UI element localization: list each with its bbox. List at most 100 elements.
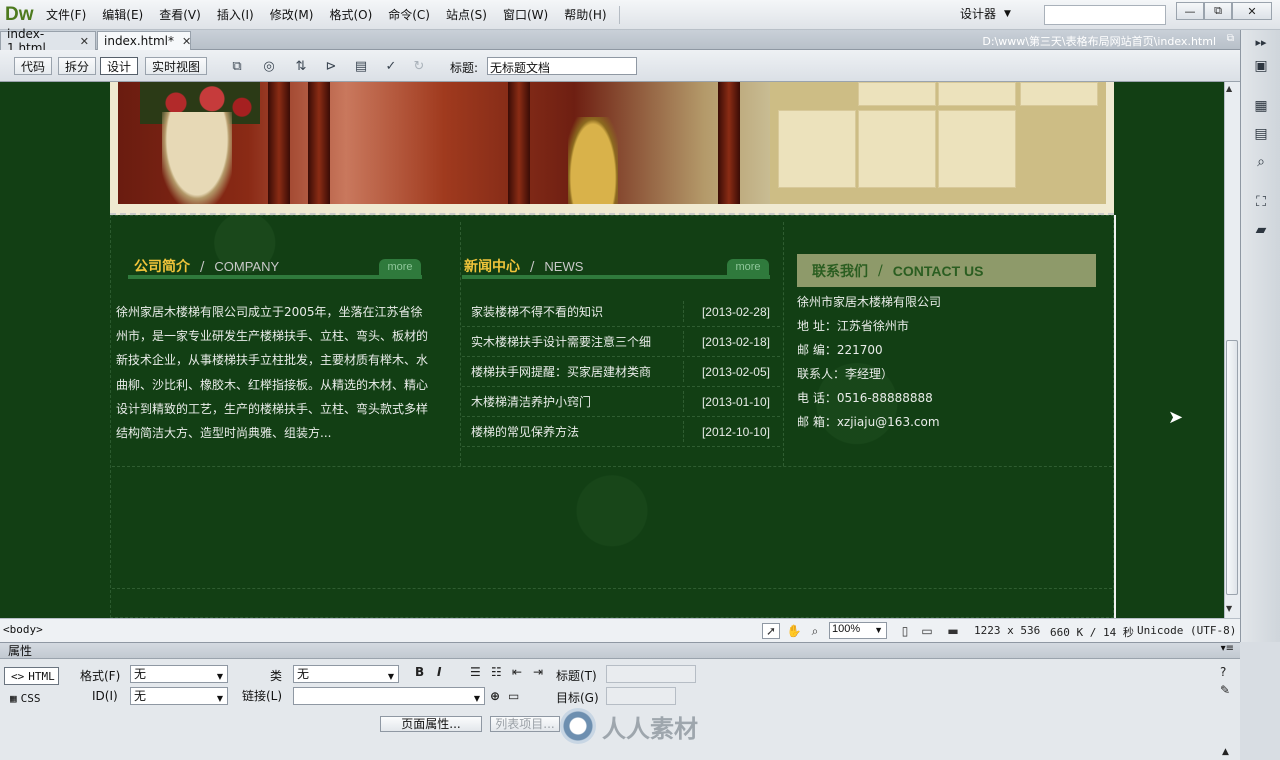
news-title[interactable]: 楼梯的常见保养方法 bbox=[462, 423, 579, 440]
tag-inspector-icon[interactable]: ⌕ bbox=[1250, 152, 1272, 172]
menu-commands[interactable]: 命令(C) bbox=[380, 6, 438, 23]
browser-preview-icon[interactable]: ◎ bbox=[258, 58, 280, 74]
scroll-up-icon[interactable]: ▲ bbox=[1226, 84, 1232, 93]
about-more-link[interactable]: more bbox=[379, 259, 421, 275]
format-select[interactable]: 无 ▼ bbox=[130, 665, 228, 683]
restore-button[interactable]: ⧉ bbox=[1204, 2, 1232, 20]
news-title[interactable]: 楼梯扶手网提醒：买家居建材类商 bbox=[462, 363, 651, 380]
ordered-list-icon[interactable]: ☷ bbox=[491, 665, 502, 679]
news-title[interactable]: 家装楼梯不得不看的知识 bbox=[462, 303, 603, 320]
contact-phone: 电 话：0516-88888888 bbox=[797, 391, 933, 405]
desktop-size-icon[interactable]: ▬ bbox=[944, 623, 962, 639]
outdent-icon[interactable]: ⇤ bbox=[512, 665, 522, 679]
code-icon: <> bbox=[11, 669, 25, 683]
close-icon[interactable]: ✕ bbox=[182, 35, 191, 48]
tag-selector[interactable]: <body> bbox=[3, 623, 43, 636]
news-more-link[interactable]: more bbox=[727, 259, 769, 275]
inspect-icon[interactable]: ⊳ bbox=[320, 58, 342, 74]
tab-index-1[interactable]: index-1.html ✕ bbox=[0, 27, 96, 55]
scroll-down-icon[interactable]: ▼ bbox=[1226, 604, 1232, 613]
news-date: [2013-02-05] bbox=[701, 364, 770, 379]
ap-elements-icon[interactable]: ▤ bbox=[1250, 124, 1272, 144]
split-view-button[interactable]: 拆分 bbox=[58, 57, 97, 75]
news-title[interactable]: 木楼梯清洁养护小窍门 bbox=[462, 393, 591, 410]
collapse-panel-icon[interactable]: ▲ bbox=[1222, 747, 1229, 757]
design-view[interactable]: 公司简介 / COMPANY more 徐州家居木楼梯有限公司成立于2005年，… bbox=[0, 82, 1224, 618]
chevron-down-icon: ▼ bbox=[216, 694, 223, 703]
menu-site[interactable]: 站点(S) bbox=[438, 6, 495, 23]
link-field[interactable]: ▼ bbox=[293, 687, 485, 705]
select-tool-icon[interactable]: ➚ bbox=[762, 623, 780, 639]
menu-insert[interactable]: 插入(I) bbox=[209, 6, 262, 23]
menu-format[interactable]: 格式(O) bbox=[321, 6, 380, 23]
html-mode-label: HTML bbox=[28, 669, 55, 683]
table-divider bbox=[460, 222, 461, 466]
close-icon[interactable]: ✕ bbox=[80, 35, 89, 48]
contact-company: 徐州市家居木楼梯有限公司 bbox=[797, 295, 942, 309]
insert-panel-icon[interactable]: ▣ bbox=[1250, 56, 1272, 76]
code-view-button[interactable]: 代码 bbox=[14, 57, 53, 75]
point-to-file-icon[interactable]: ⊕ bbox=[490, 689, 500, 703]
zoom-select[interactable]: 100% ▼ bbox=[829, 622, 887, 639]
files-panel-icon[interactable]: ⛶ bbox=[1250, 192, 1272, 212]
title-field[interactable]: 无标题文档 bbox=[487, 57, 637, 75]
link-label: 链接(L) bbox=[242, 689, 283, 703]
pattern-tile bbox=[858, 82, 936, 106]
indent-icon[interactable]: ⇥ bbox=[533, 665, 543, 679]
menu-file[interactable]: 文件(F) bbox=[38, 6, 94, 23]
class-select[interactable]: 无 ▼ bbox=[293, 665, 399, 683]
close-button[interactable]: ✕ bbox=[1232, 2, 1272, 20]
id-select[interactable]: 无 ▼ bbox=[130, 687, 228, 705]
news-item[interactable]: 楼梯扶手网提醒：买家居建材类商 [2013-02-05] bbox=[462, 357, 780, 387]
css-mode-button[interactable]: ▦ CSS bbox=[4, 689, 59, 707]
news-item[interactable]: 楼梯的常见保养方法 [2012-10-10] bbox=[462, 417, 780, 447]
html-mode-button[interactable]: <> HTML bbox=[4, 667, 59, 685]
browse-folder-icon[interactable]: ▭ bbox=[508, 689, 519, 703]
menu-help[interactable]: 帮助(H) bbox=[556, 6, 614, 23]
italic-button[interactable]: I bbox=[437, 665, 441, 679]
quick-tag-editor-icon[interactable]: ✎ bbox=[1220, 683, 1230, 697]
about-heading: 公司简介 / COMPANY bbox=[134, 256, 279, 276]
expand-panels-icon[interactable]: ▸▸ bbox=[1250, 32, 1272, 52]
restore-doc-icon[interactable]: ⧉ bbox=[1227, 33, 1234, 44]
news-item[interactable]: 家装楼梯不得不看的知识 [2013-02-28] bbox=[462, 297, 780, 327]
news-item[interactable]: 木楼梯清洁养护小窍门 [2013-01-10] bbox=[462, 387, 780, 417]
about-text: 徐州家居木楼梯有限公司成立于2005年，坐落在江苏省徐州市，是一家专业研发生产楼… bbox=[116, 305, 429, 441]
validate-icon[interactable]: ✓ bbox=[380, 58, 402, 74]
assets-panel-icon[interactable]: ▰ bbox=[1250, 220, 1272, 240]
workspace-label: 设计器 bbox=[960, 7, 997, 21]
multiscreen-icon[interactable]: ⧉ bbox=[226, 58, 248, 74]
minimize-button[interactable]: — bbox=[1176, 2, 1204, 20]
mobile-size-icon[interactable]: ▯ bbox=[896, 623, 914, 639]
panel-menu-icon[interactable]: ▾≡ bbox=[1221, 643, 1234, 654]
tablet-size-icon[interactable]: ▭ bbox=[918, 623, 936, 639]
menu-edit[interactable]: 编辑(E) bbox=[94, 6, 151, 23]
window-size[interactable]: 1223 x 536 bbox=[974, 624, 1040, 637]
workspace-switcher[interactable]: 设计器 ▼ bbox=[960, 5, 1011, 22]
refresh-icon[interactable]: ↻ bbox=[408, 58, 430, 74]
css-styles-icon[interactable]: ▦ bbox=[1250, 96, 1272, 116]
menu-modify[interactable]: 修改(M) bbox=[262, 6, 322, 23]
zoom-tool-icon[interactable]: ⌕ bbox=[806, 623, 824, 639]
menu-window[interactable]: 窗口(W) bbox=[495, 6, 556, 23]
news-list: 家装楼梯不得不看的知识 [2013-02-28] 实木楼梯扶手设计需要注意三个细… bbox=[462, 297, 780, 447]
help-search-input[interactable] bbox=[1044, 5, 1166, 25]
news-item[interactable]: 实木楼梯扶手设计需要注意三个细 [2013-02-18] bbox=[462, 327, 780, 357]
cell-divider bbox=[683, 361, 684, 382]
help-icon[interactable]: ? bbox=[1220, 665, 1226, 679]
bold-button[interactable]: B bbox=[415, 665, 424, 679]
menu-view[interactable]: 查看(V) bbox=[151, 6, 209, 23]
panel-dock: ▸▸ ▣ ▦ ▤ ⌕ ⛶ ▰ bbox=[1240, 30, 1280, 642]
tab-index[interactable]: index.html* ✕ bbox=[97, 31, 191, 50]
unordered-list-icon[interactable]: ☰ bbox=[470, 665, 481, 679]
visual-aids-icon[interactable]: ▤ bbox=[350, 58, 372, 74]
file-management-icon[interactable]: ⇅ bbox=[290, 58, 312, 74]
scrollbar-thumb[interactable] bbox=[1226, 340, 1238, 595]
page-properties-button[interactable]: 页面属性... bbox=[380, 716, 482, 732]
title-attr-field bbox=[606, 665, 696, 683]
contact-postcode: 邮 编：221700 bbox=[797, 343, 883, 357]
news-title[interactable]: 实木楼梯扶手设计需要注意三个细 bbox=[462, 333, 651, 350]
hand-tool-icon[interactable]: ✋ bbox=[785, 623, 803, 639]
live-view-button[interactable]: 实时视图 bbox=[145, 57, 208, 75]
design-view-button[interactable]: 设计 bbox=[100, 57, 139, 75]
